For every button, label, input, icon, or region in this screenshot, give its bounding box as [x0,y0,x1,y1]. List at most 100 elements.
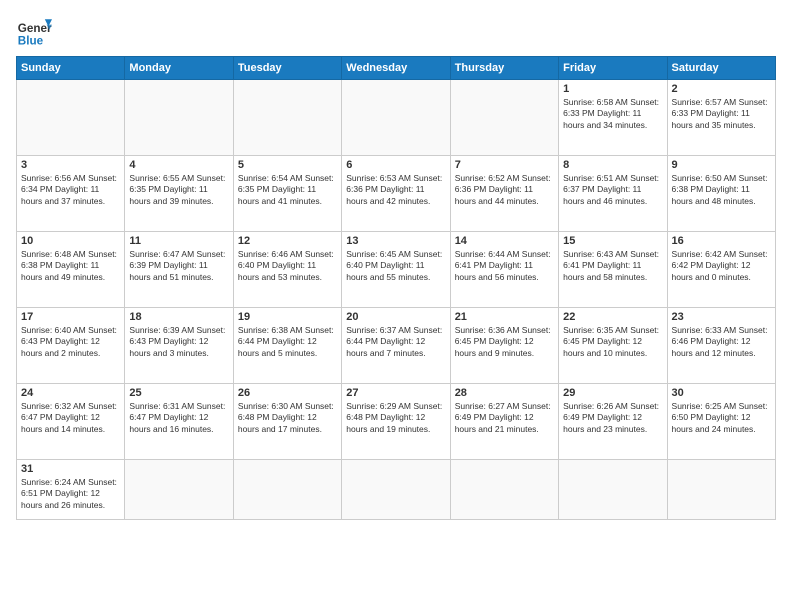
day-info: Sunrise: 6:42 AM Sunset: 6:42 PM Dayligh… [672,249,771,283]
day-info: Sunrise: 6:37 AM Sunset: 6:44 PM Dayligh… [346,325,445,359]
day-info: Sunrise: 6:25 AM Sunset: 6:50 PM Dayligh… [672,401,771,435]
day-info: Sunrise: 6:32 AM Sunset: 6:47 PM Dayligh… [21,401,120,435]
day-header-tuesday: Tuesday [233,57,341,80]
calendar-cell: 22 Sunrise: 6:35 AM Sunset: 6:45 PM Dayli… [559,308,667,384]
calendar-cell: 6Sunrise: 6:53 AM Sunset: 6:36 PM Daylig… [342,156,450,232]
day-number: 26 [238,387,337,399]
day-number: 28 [455,387,554,399]
day-info: Sunrise: 6:48 AM Sunset: 6:38 PM Dayligh… [21,249,120,283]
calendar-cell: 10 Sunrise: 6:48 AM Sunset: 6:38 PM Dayli… [17,232,125,308]
svg-text:Blue: Blue [18,34,44,47]
day-number: 16 [672,235,771,247]
calendar-cell: 8 Sunrise: 6:51 AM Sunset: 6:37 PM Daylig… [559,156,667,232]
day-number: 10 [21,235,120,247]
day-info: Sunrise: 6:58 AM Sunset: 6:33 PM Dayligh… [563,97,662,131]
calendar-cell: 7Sunrise: 6:52 AM Sunset: 6:36 PM Daylig… [450,156,558,232]
day-header-monday: Monday [125,57,233,80]
day-number: 25 [129,387,228,399]
day-number: 22 [563,311,662,323]
day-number: 31 [21,463,120,475]
day-info: Sunrise: 6:51 AM Sunset: 6:37 PM Dayligh… [563,173,662,207]
day-info: Sunrise: 6:27 AM Sunset: 6:49 PM Dayligh… [455,401,554,435]
header-row: SundayMondayTuesdayWednesdayThursdayFrid… [17,57,776,80]
calendar-table: SundayMondayTuesdayWednesdayThursdayFrid… [16,56,776,520]
day-info: Sunrise: 6:45 AM Sunset: 6:40 PM Dayligh… [346,249,445,283]
day-info: Sunrise: 6:38 AM Sunset: 6:44 PM Dayligh… [238,325,337,359]
calendar-cell: 25Sunrise: 6:31 AM Sunset: 6:47 PM Dayli… [125,384,233,460]
day-number: 19 [238,311,337,323]
week-row-3: 10 Sunrise: 6:48 AM Sunset: 6:38 PM Dayli… [17,232,776,308]
day-number: 8 [563,159,662,171]
day-info: Sunrise: 6:40 AM Sunset: 6:43 PM Dayligh… [21,325,120,359]
day-info: Sunrise: 6:26 AM Sunset: 6:49 PM Dayligh… [563,401,662,435]
day-number: 24 [21,387,120,399]
calendar-cell: 21 Sunrise: 6:36 AM Sunset: 6:45 PM Dayli… [450,308,558,384]
day-header-sunday: Sunday [17,57,125,80]
day-number: 2 [672,83,771,95]
day-number: 23 [672,311,771,323]
calendar-cell [450,80,558,156]
calendar-cell: 31 Sunrise: 6:24 AM Sunset: 6:51 PM Dayli… [17,460,125,520]
calendar-cell: 15 Sunrise: 6:43 AM Sunset: 6:41 PM Dayli… [559,232,667,308]
calendar-cell: 27Sunrise: 6:29 AM Sunset: 6:48 PM Dayli… [342,384,450,460]
week-row-2: 3 Sunrise: 6:56 AM Sunset: 6:34 PM Daylig… [17,156,776,232]
day-info: Sunrise: 6:35 AM Sunset: 6:45 PM Dayligh… [563,325,662,359]
day-number: 20 [346,311,445,323]
calendar-cell [233,80,341,156]
day-number: 30 [672,387,771,399]
day-header-saturday: Saturday [667,57,775,80]
day-info: Sunrise: 6:56 AM Sunset: 6:34 PM Dayligh… [21,173,120,207]
calendar-cell: 3 Sunrise: 6:56 AM Sunset: 6:34 PM Daylig… [17,156,125,232]
day-number: 18 [129,311,228,323]
calendar-cell: 19 Sunrise: 6:38 AM Sunset: 6:44 PM Dayli… [233,308,341,384]
day-header-thursday: Thursday [450,57,558,80]
day-number: 29 [563,387,662,399]
calendar-cell [342,80,450,156]
day-number: 5 [238,159,337,171]
day-info: Sunrise: 6:29 AM Sunset: 6:48 PM Dayligh… [346,401,445,435]
day-header-wednesday: Wednesday [342,57,450,80]
day-number: 3 [21,159,120,171]
page: General Blue SundayMondayTuesdayWednesda… [0,0,792,612]
calendar-cell [667,460,775,520]
day-number: 21 [455,311,554,323]
day-info: Sunrise: 6:30 AM Sunset: 6:48 PM Dayligh… [238,401,337,435]
calendar-cell: 12Sunrise: 6:46 AM Sunset: 6:40 PM Dayli… [233,232,341,308]
day-number: 17 [21,311,120,323]
day-number: 6 [346,159,445,171]
calendar-cell [342,460,450,520]
day-info: Sunrise: 6:55 AM Sunset: 6:35 PM Dayligh… [129,173,228,207]
day-number: 13 [346,235,445,247]
calendar-cell: 30 Sunrise: 6:25 AM Sunset: 6:50 PM Dayli… [667,384,775,460]
calendar-cell: 11Sunrise: 6:47 AM Sunset: 6:39 PM Dayli… [125,232,233,308]
day-number: 14 [455,235,554,247]
day-info: Sunrise: 6:39 AM Sunset: 6:43 PM Dayligh… [129,325,228,359]
calendar-cell: 17 Sunrise: 6:40 AM Sunset: 6:43 PM Dayli… [17,308,125,384]
calendar-cell [125,80,233,156]
day-number: 15 [563,235,662,247]
week-row-5: 24 Sunrise: 6:32 AM Sunset: 6:47 PM Dayli… [17,384,776,460]
day-info: Sunrise: 6:24 AM Sunset: 6:51 PM Dayligh… [21,477,120,511]
calendar-cell: 23Sunrise: 6:33 AM Sunset: 6:46 PM Dayli… [667,308,775,384]
day-info: Sunrise: 6:36 AM Sunset: 6:45 PM Dayligh… [455,325,554,359]
day-header-friday: Friday [559,57,667,80]
day-info: Sunrise: 6:54 AM Sunset: 6:35 PM Dayligh… [238,173,337,207]
day-number: 9 [672,159,771,171]
day-info: Sunrise: 6:50 AM Sunset: 6:38 PM Dayligh… [672,173,771,207]
day-number: 4 [129,159,228,171]
logo: General Blue [16,12,52,48]
day-number: 7 [455,159,554,171]
calendar-cell: 1Sunrise: 6:58 AM Sunset: 6:33 PM Daylig… [559,80,667,156]
calendar-cell: 26 Sunrise: 6:30 AM Sunset: 6:48 PM Dayli… [233,384,341,460]
calendar-cell: 16 Sunrise: 6:42 AM Sunset: 6:42 PM Dayli… [667,232,775,308]
calendar-cell: 14Sunrise: 6:44 AM Sunset: 6:41 PM Dayli… [450,232,558,308]
calendar-cell: 13 Sunrise: 6:45 AM Sunset: 6:40 PM Dayli… [342,232,450,308]
calendar-cell: 20 Sunrise: 6:37 AM Sunset: 6:44 PM Dayli… [342,308,450,384]
day-info: Sunrise: 6:43 AM Sunset: 6:41 PM Dayligh… [563,249,662,283]
calendar-cell [125,460,233,520]
week-row-6: 31 Sunrise: 6:24 AM Sunset: 6:51 PM Dayli… [17,460,776,520]
calendar-cell [233,460,341,520]
calendar-cell: 9 Sunrise: 6:50 AM Sunset: 6:38 PM Daylig… [667,156,775,232]
calendar-cell: 2Sunrise: 6:57 AM Sunset: 6:33 PM Daylig… [667,80,775,156]
calendar-cell: 18 Sunrise: 6:39 AM Sunset: 6:43 PM Dayli… [125,308,233,384]
